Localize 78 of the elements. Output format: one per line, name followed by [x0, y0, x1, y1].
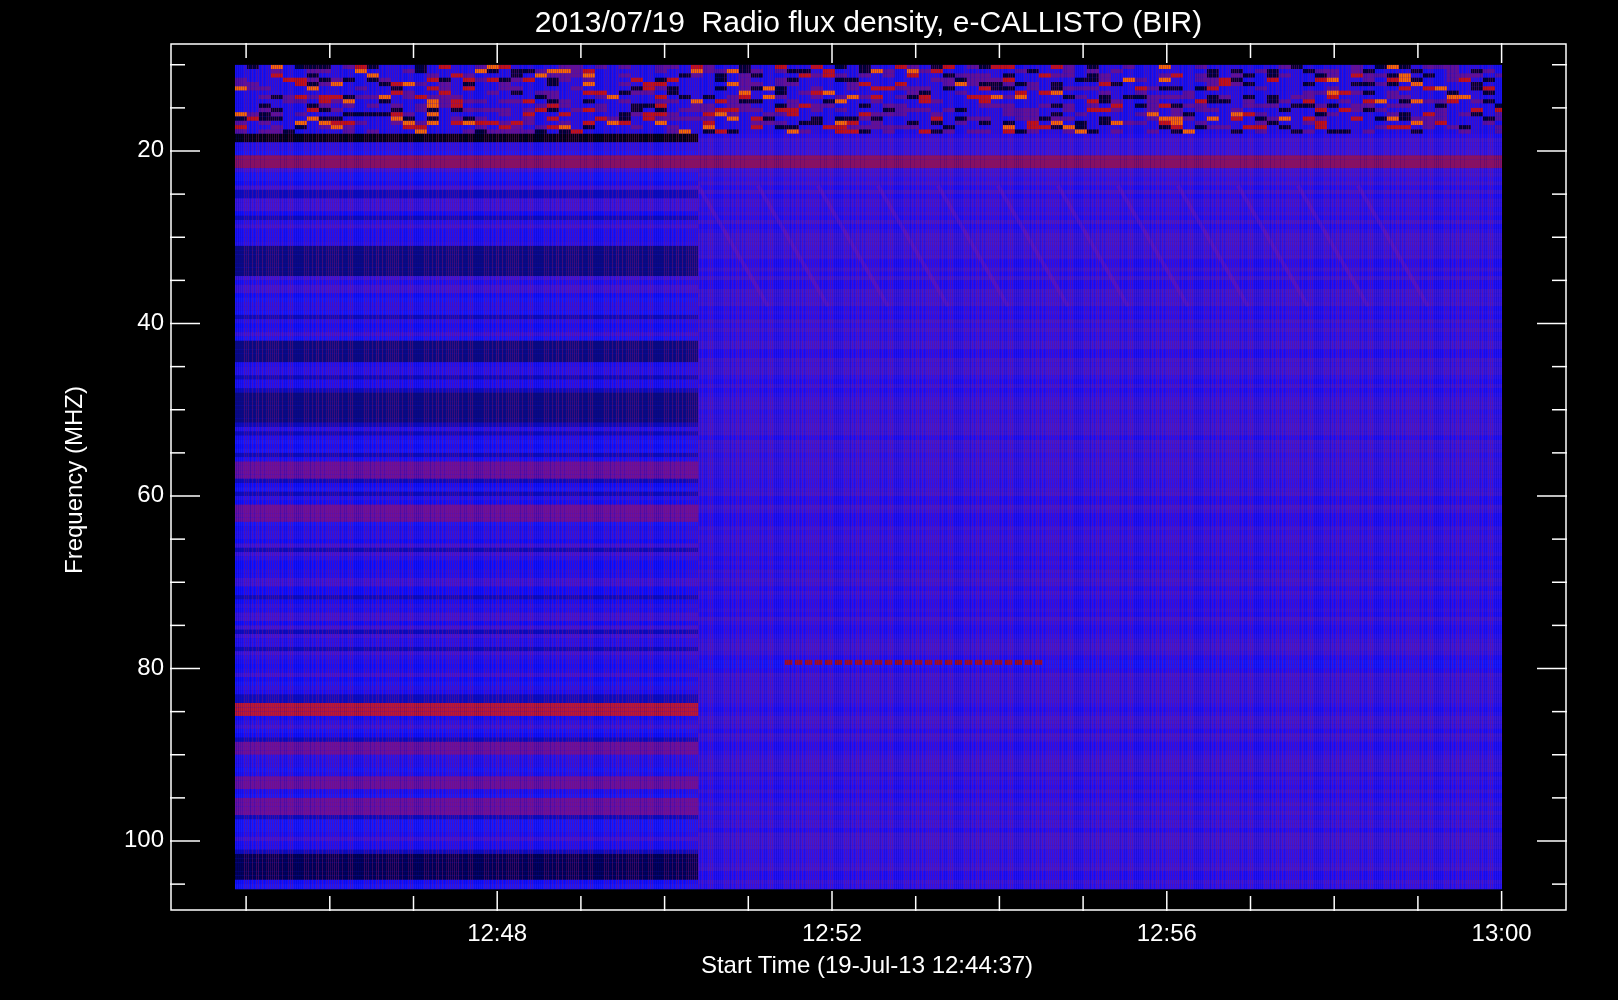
tick-mark [170, 322, 201, 325]
tick-mark [245, 895, 247, 911]
tick-mark [170, 150, 201, 152]
tick-mark [1551, 581, 1567, 583]
tick-mark [1551, 538, 1567, 540]
tick-mark [170, 64, 186, 66]
tick-mark [1536, 150, 1567, 152]
tick-mark [1551, 452, 1567, 454]
tick-mark [170, 581, 186, 583]
tick-mark [170, 452, 186, 454]
tick-mark [1536, 667, 1567, 670]
y-tick-label: 100 [122, 824, 165, 854]
tick-mark [170, 193, 186, 195]
tick-mark [170, 495, 201, 497]
tick-mark [1166, 43, 1168, 64]
tick-mark [170, 667, 201, 670]
chart-title: 2013/07/19 Radio flux density, e-CALLISTO (BIR) [533, 3, 1204, 40]
tick-mark [170, 279, 186, 282]
tick-mark [831, 890, 833, 911]
tick-mark [1500, 43, 1503, 64]
tick-mark [1551, 409, 1567, 411]
tick-mark [1536, 495, 1567, 497]
tick-mark [1551, 236, 1567, 238]
y-tick-label: 60 [136, 479, 165, 509]
tick-mark [170, 754, 186, 756]
tick-mark [170, 883, 186, 885]
y-tick-label: 80 [136, 651, 165, 682]
tick-mark [1551, 64, 1567, 66]
x-axis-label: Start Time (19-Jul-13 12:44:37) [699, 950, 1035, 980]
y-tick-label: 20 [136, 134, 165, 164]
tick-mark [747, 43, 750, 59]
tick-mark [831, 43, 833, 64]
tick-mark [1536, 322, 1567, 325]
tick-mark [1536, 840, 1567, 842]
y-axis-label: Frequency (MHZ) [58, 385, 88, 576]
tick-mark [245, 43, 247, 59]
x-tick-label: 12:56 [1135, 918, 1198, 948]
tick-mark [1333, 895, 1335, 911]
x-tick-label: 12:48 [466, 918, 529, 948]
tick-mark [998, 43, 1001, 59]
tick-mark [1551, 710, 1567, 713]
tick-mark [329, 43, 331, 59]
tick-mark [170, 107, 186, 109]
tick-mark [1082, 895, 1084, 911]
tick-mark [496, 43, 498, 64]
tick-mark [1249, 43, 1252, 59]
tick-mark [170, 840, 201, 842]
tick-mark [663, 43, 666, 59]
tick-mark [1551, 754, 1567, 756]
tick-mark [329, 895, 331, 911]
tick-mark [1551, 279, 1567, 282]
tick-mark [1551, 797, 1567, 799]
tick-mark [1500, 890, 1503, 911]
tick-mark [496, 890, 498, 911]
tick-mark [1417, 43, 1419, 59]
tick-mark [170, 538, 186, 540]
tick-mark [1551, 365, 1567, 368]
tick-mark [170, 624, 186, 627]
tick-mark [1082, 43, 1084, 59]
tick-mark [1417, 895, 1419, 911]
tick-mark [1166, 890, 1168, 911]
tick-mark [1551, 883, 1567, 885]
tick-mark [1551, 193, 1567, 195]
tick-mark [580, 43, 582, 59]
tick-mark [412, 43, 415, 59]
tick-mark [170, 710, 186, 713]
tick-mark [170, 236, 186, 238]
tick-mark [1333, 43, 1335, 59]
tick-mark [580, 895, 582, 911]
y-tick-label: 40 [136, 306, 165, 337]
tick-mark [170, 365, 186, 368]
tick-mark [170, 797, 186, 799]
tick-mark [1551, 107, 1567, 109]
tick-mark [914, 43, 917, 59]
tick-mark [1551, 624, 1567, 627]
x-tick-label: 12:52 [800, 918, 864, 948]
tick-mark [170, 409, 186, 411]
x-tick-label: 13:00 [1470, 918, 1533, 948]
